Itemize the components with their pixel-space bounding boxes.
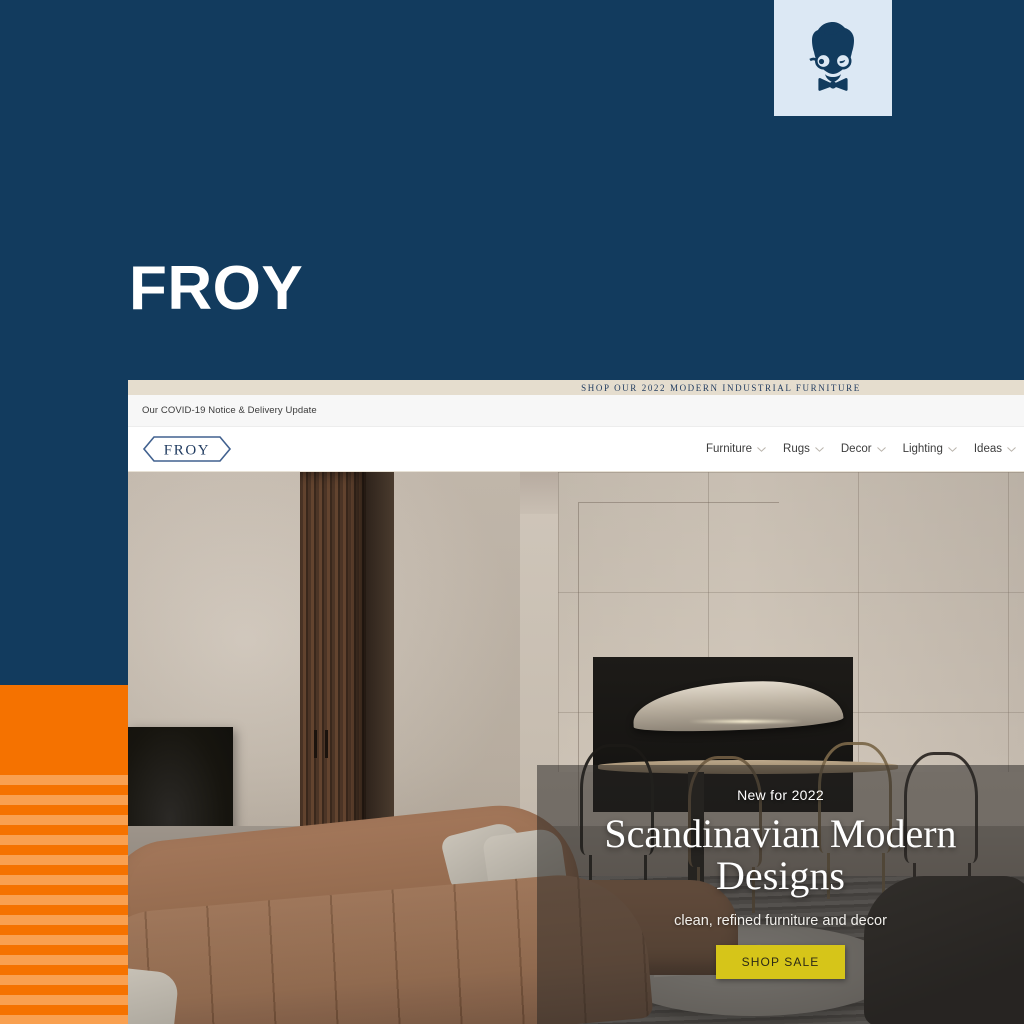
- hero-eyebrow: New for 2022: [737, 787, 824, 803]
- screenshot-canvas: FROY SHOP OUR 2022 MODERN INDUSTRIAL FUR…: [0, 0, 1024, 1024]
- svg-text:FROY: FROY: [164, 443, 210, 459]
- nav-label: Ideas: [973, 443, 1002, 455]
- hero-subtitle: clean, refined furniture and decor: [674, 913, 887, 929]
- nav-item-lighting[interactable]: Lighting: [903, 443, 957, 455]
- nav-item-decor[interactable]: Decor: [841, 443, 886, 455]
- chevron-down-icon: [948, 446, 957, 452]
- website-preview: SHOP OUR 2022 MODERN INDUSTRIAL FURNITUR…: [128, 380, 1024, 1024]
- orange-stripe-decoration: [0, 685, 128, 1024]
- chevron-down-icon: [815, 446, 824, 452]
- promo-bar-text: SHOP OUR 2022 MODERN INDUSTRIAL FURNITUR…: [581, 382, 861, 393]
- wood-slat-cabinet: [300, 472, 366, 862]
- promo-bar[interactable]: SHOP OUR 2022 MODERN INDUSTRIAL FURNITUR…: [128, 380, 1024, 395]
- covid-notice-link[interactable]: Our COVID-19 Notice & Delivery Update: [142, 405, 317, 416]
- nav-item-ideas[interactable]: Ideas: [974, 443, 1016, 455]
- cabinet-handle: [314, 730, 317, 758]
- chevron-down-icon: [876, 446, 886, 452]
- nav-label: Lighting: [902, 443, 943, 455]
- site-navbar: FROY Furniture Rugs Decor Lighting Ideas: [128, 427, 1024, 472]
- boy-avatar-icon: [796, 18, 870, 98]
- orange-solid-block: [0, 685, 128, 775]
- nav-label: Furniture: [705, 443, 753, 455]
- pendant-lamp-glow: [688, 720, 803, 723]
- chevron-down-icon: [757, 446, 766, 452]
- nav-label: Rugs: [783, 443, 810, 455]
- nav-item-rugs[interactable]: Rugs: [783, 443, 824, 455]
- hero-section: New for 2022 Scandinavian Modern Designs…: [128, 472, 1024, 1024]
- shop-sale-button[interactable]: SHOP SALE: [715, 945, 846, 979]
- orange-stripes: [0, 775, 128, 1024]
- cabinet-side-panel: [366, 472, 394, 864]
- notice-bar: Our COVID-19 Notice & Delivery Update: [128, 395, 1024, 427]
- nav-label: Decor: [840, 443, 872, 455]
- hero-copy: New for 2022 Scandinavian Modern Designs…: [537, 765, 1024, 1024]
- brand-badge: [774, 0, 892, 116]
- chevron-down-icon: [1007, 446, 1016, 452]
- nav-item-furniture[interactable]: Furniture: [706, 443, 766, 455]
- hero-title: Scandinavian Modern Designs: [604, 811, 957, 898]
- nav-links: Furniture Rugs Decor Lighting Ideas: [706, 443, 1016, 455]
- froy-logo[interactable]: FROY: [142, 436, 232, 462]
- page-title: FROY: [129, 254, 304, 323]
- cabinet-handle: [325, 730, 328, 758]
